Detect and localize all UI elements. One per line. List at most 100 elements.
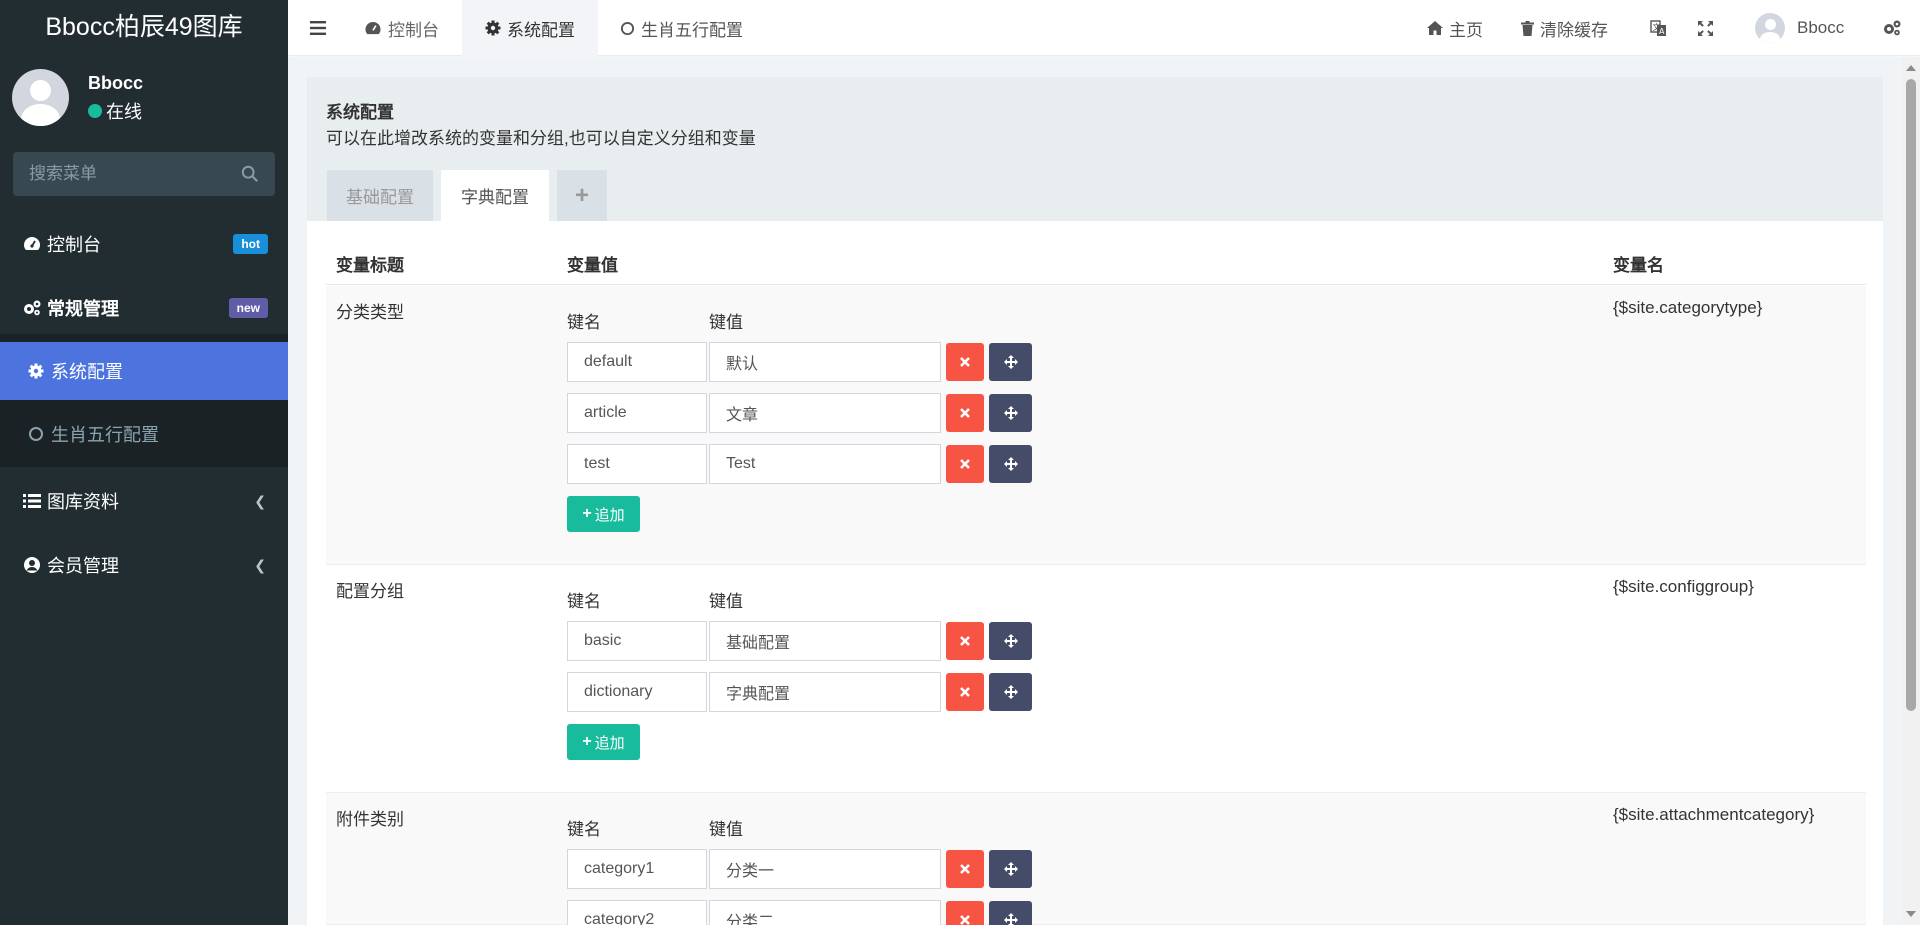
table-row: 分类类型 键名 键值 + 追加 {$site.categorytype} [326,286,1866,565]
plus-icon: + [582,505,592,522]
sidebar-item-label: 常规管理 [47,299,119,319]
append-button[interactable]: + 追加 [567,496,640,532]
scroll-down-arrow-icon[interactable] [1906,911,1916,917]
drag-handle[interactable] [989,622,1032,660]
value-input[interactable] [709,849,941,889]
fullscreen-button[interactable] [1698,0,1713,56]
home-link[interactable]: 主页 [1427,0,1483,56]
close-icon [960,864,970,874]
value-input[interactable] [709,444,941,484]
tab-dictionary-config[interactable]: 字典配置 [441,170,549,221]
plus-icon: + [582,733,592,750]
append-button[interactable]: + 追加 [567,724,640,760]
value-input[interactable] [709,393,941,433]
sidebar: Bbocc柏辰49图库 Bbocc 在线 控制台 hot 常规管理 new [0,0,288,925]
key-input[interactable] [567,900,707,925]
vertical-scrollbar[interactable] [1902,57,1920,925]
remove-button[interactable] [946,622,984,660]
key-name-label: 键名 [567,592,601,611]
remove-button[interactable] [946,850,984,888]
clear-cache-button[interactable]: 清除缓存 [1521,0,1608,56]
value-input[interactable] [709,900,941,925]
sidebar-item-general-management[interactable]: 常规管理 new [0,282,288,334]
home-icon [1427,21,1443,35]
add-config-tab-button[interactable]: + [557,170,607,221]
drag-handle[interactable] [989,394,1032,432]
key-value-label: 键值 [709,592,743,611]
close-icon [960,636,970,646]
sidebar-item-label: 会员管理 [47,556,119,576]
remove-button[interactable] [946,394,984,432]
drag-handle[interactable] [989,850,1032,888]
sidebar-item-dashboard[interactable]: 控制台 hot [0,218,288,270]
close-icon [960,687,970,697]
append-label: 追加 [594,506,625,524]
drag-handle[interactable] [989,343,1032,381]
table-row: 配置分组 键名 键值 + 追加 {$site.configgroup} [326,565,1866,793]
key-input[interactable] [567,621,707,661]
column-header-name: 变量名 [1613,256,1664,275]
variable-name: {$site.configgroup} [1613,577,1754,596]
app-logo[interactable]: Bbocc柏辰49图库 [0,0,288,56]
remove-button[interactable] [946,901,984,925]
tab-basic-config[interactable]: 基础配置 [327,170,433,221]
sidebar-item-member-management[interactable]: 会员管理 ❮ [0,539,288,591]
key-input[interactable] [567,393,707,433]
value-input[interactable] [709,621,941,661]
gear-icon [26,361,46,381]
trash-icon [1521,20,1534,36]
value-input[interactable] [709,342,941,382]
user-menu[interactable]: Bbocc [1755,0,1844,56]
variable-title: 配置分组 [336,582,404,601]
sidebar-item-label: 生肖五行配置 [51,425,159,445]
sidebar-toggle-button[interactable] [310,0,326,56]
tab-label: 系统配置 [507,20,575,40]
remove-button[interactable] [946,673,984,711]
drag-handle[interactable] [989,673,1032,711]
move-icon [1003,457,1018,471]
sidebar-item-label: 控制台 [47,235,101,255]
key-value-label: 键值 [709,820,743,839]
tab-zodiac-config[interactable]: 生肖五行配置 [620,0,743,56]
clear-cache-label: 清除缓存 [1540,20,1608,40]
key-input[interactable] [567,672,707,712]
variable-title: 分类类型 [336,303,404,322]
value-input[interactable] [709,672,941,712]
key-name-label: 键名 [567,313,601,332]
scroll-thumb[interactable] [1906,79,1916,711]
top-navbar: 控制台 系统配置 生肖五行配置 主页 清除缓存 文A Bbocc [288,0,1920,56]
svg-text:A: A [1659,27,1665,36]
key-input[interactable] [567,342,707,382]
scroll-up-arrow-icon[interactable] [1906,65,1916,71]
remove-button[interactable] [946,445,984,483]
column-header-value: 变量值 [567,256,618,275]
move-icon [1003,862,1018,876]
remove-button[interactable] [946,343,984,381]
cogs-icon [1884,20,1901,36]
dashboard-icon [22,234,42,254]
user-status: 在线 [88,98,142,124]
user-circle-icon [22,555,42,575]
menu-search-input[interactable] [13,152,233,196]
user-menu-name: Bbocc [1797,18,1845,37]
close-icon [960,357,970,367]
gear-icon [485,20,501,36]
key-input[interactable] [567,849,707,889]
chevron-left-icon: ❮ [254,556,266,573]
search-icon[interactable] [241,165,259,183]
close-icon [960,915,970,925]
sidebar-item-gallery[interactable]: 图库资料 ❮ [0,475,288,527]
drag-handle[interactable] [989,901,1032,925]
sidebar-item-system-config[interactable]: 系统配置 [0,342,288,400]
user-panel: Bbocc 在线 [0,56,288,138]
language-button[interactable]: 文A [1650,0,1667,56]
key-input[interactable] [567,444,707,484]
sidebar-item-zodiac-config[interactable]: 生肖五行配置 [0,406,288,462]
tab-dashboard[interactable]: 控制台 [364,0,439,56]
move-icon [1003,406,1018,420]
new-badge: new [228,298,268,318]
tab-system-config[interactable]: 系统配置 [462,0,598,56]
drag-handle[interactable] [989,445,1032,483]
settings-button[interactable] [1882,0,1902,56]
panel-description: 可以在此增改系统的变量和分组,也可以自定义分组和变量 [326,129,756,148]
